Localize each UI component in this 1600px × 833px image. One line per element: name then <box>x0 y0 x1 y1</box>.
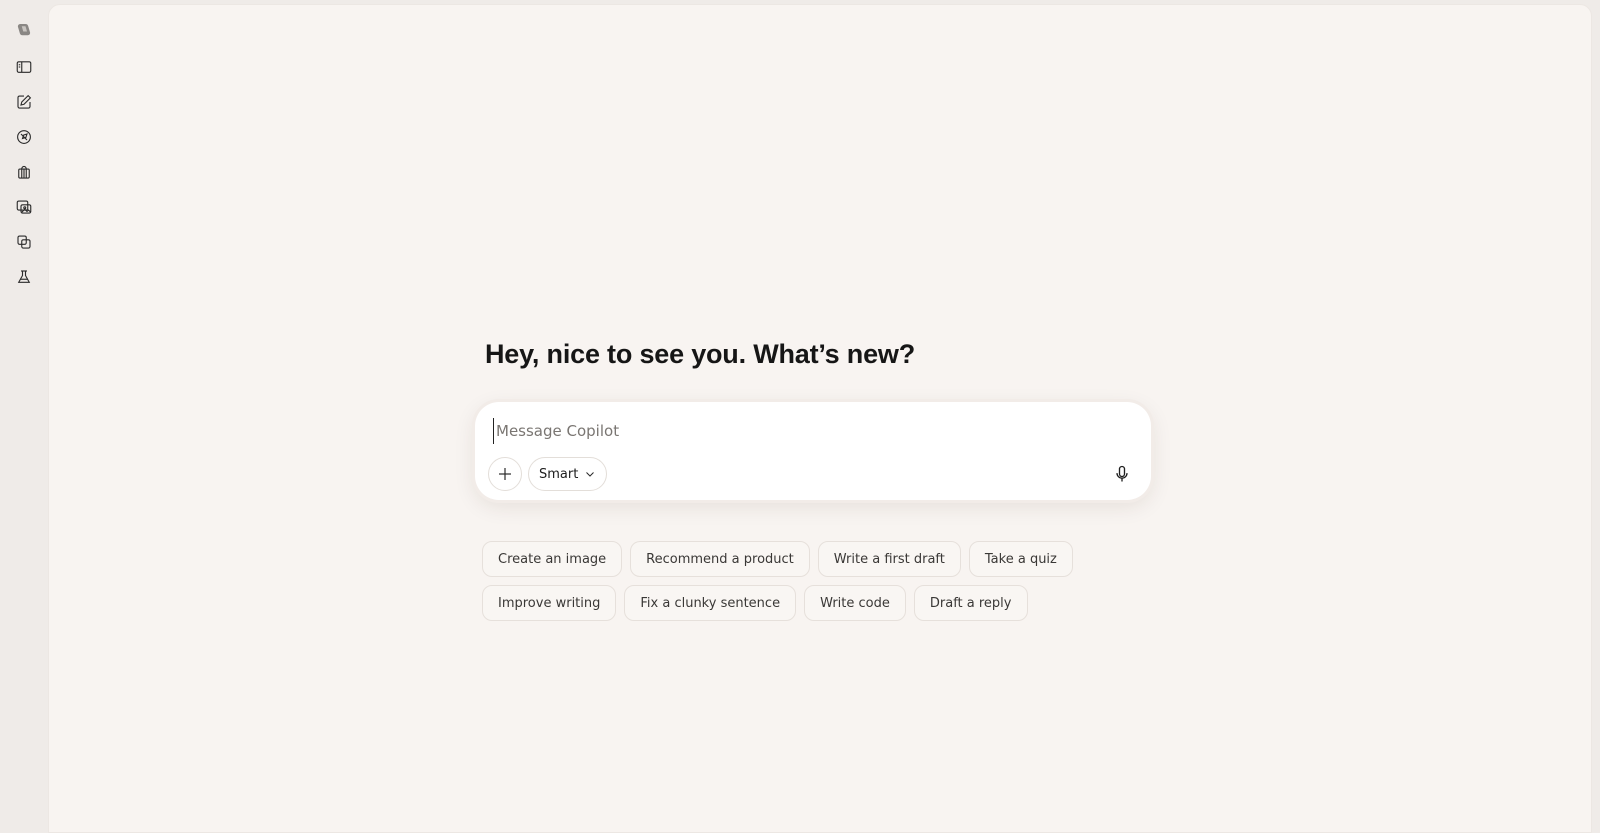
icon-rail <box>0 0 48 833</box>
labs-icon <box>17 270 31 283</box>
microphone-icon <box>1116 465 1128 482</box>
suggestion-draft-reply[interactable]: Draft a reply <box>913 585 1028 621</box>
microphone-button[interactable] <box>1107 459 1137 489</box>
suggestion-recommend-product[interactable]: Recommend a product <box>630 541 810 577</box>
suggestion-improve-writing[interactable]: Improve writing <box>482 585 617 621</box>
add-attachment-button[interactable] <box>488 457 522 491</box>
gift-button[interactable] <box>12 160 36 184</box>
gift-icon <box>18 165 30 179</box>
suggestion-create-image[interactable]: Create an image <box>482 541 623 577</box>
copilot-logo-button[interactable] <box>12 18 36 42</box>
plus-icon <box>499 468 511 480</box>
suggestion-row-2: Improve writing Fix a clunky sentence Wr… <box>482 585 1102 621</box>
discover-button[interactable] <box>12 125 36 149</box>
images-icon <box>16 200 32 214</box>
pages-icon <box>17 235 31 249</box>
chevron-down-icon <box>586 472 595 477</box>
message-composer: Smart <box>475 402 1151 500</box>
mode-selector-button[interactable]: Smart <box>528 457 608 491</box>
message-input[interactable] <box>493 418 1113 444</box>
pages-button[interactable] <box>12 230 36 254</box>
new-chat-button[interactable] <box>12 90 36 114</box>
labs-button[interactable] <box>12 265 36 289</box>
new-chat-icon <box>17 94 32 109</box>
mode-label: Smart <box>539 466 579 482</box>
sidebar-toggle-icon <box>16 61 32 73</box>
sidebar-toggle-button[interactable] <box>12 55 36 79</box>
suggestion-fix-clunky-sentence[interactable]: Fix a clunky sentence <box>624 585 797 621</box>
greeting-heading: Hey, nice to see you. What’s new? <box>485 339 916 369</box>
main-canvas: Hey, nice to see you. What’s new? Smart … <box>48 4 1592 833</box>
suggestion-write-code[interactable]: Write code <box>804 585 906 621</box>
suggestion-chips: Create an image Recommend a product Writ… <box>482 541 1102 629</box>
discover-icon <box>17 130 31 144</box>
suggestion-row-1: Create an image Recommend a product Writ… <box>482 541 1102 577</box>
suggestion-write-first-draft[interactable]: Write a first draft <box>817 541 961 577</box>
images-button[interactable] <box>12 195 36 219</box>
suggestion-take-quiz[interactable]: Take a quiz <box>968 541 1073 577</box>
copilot-logo-icon <box>17 24 31 36</box>
